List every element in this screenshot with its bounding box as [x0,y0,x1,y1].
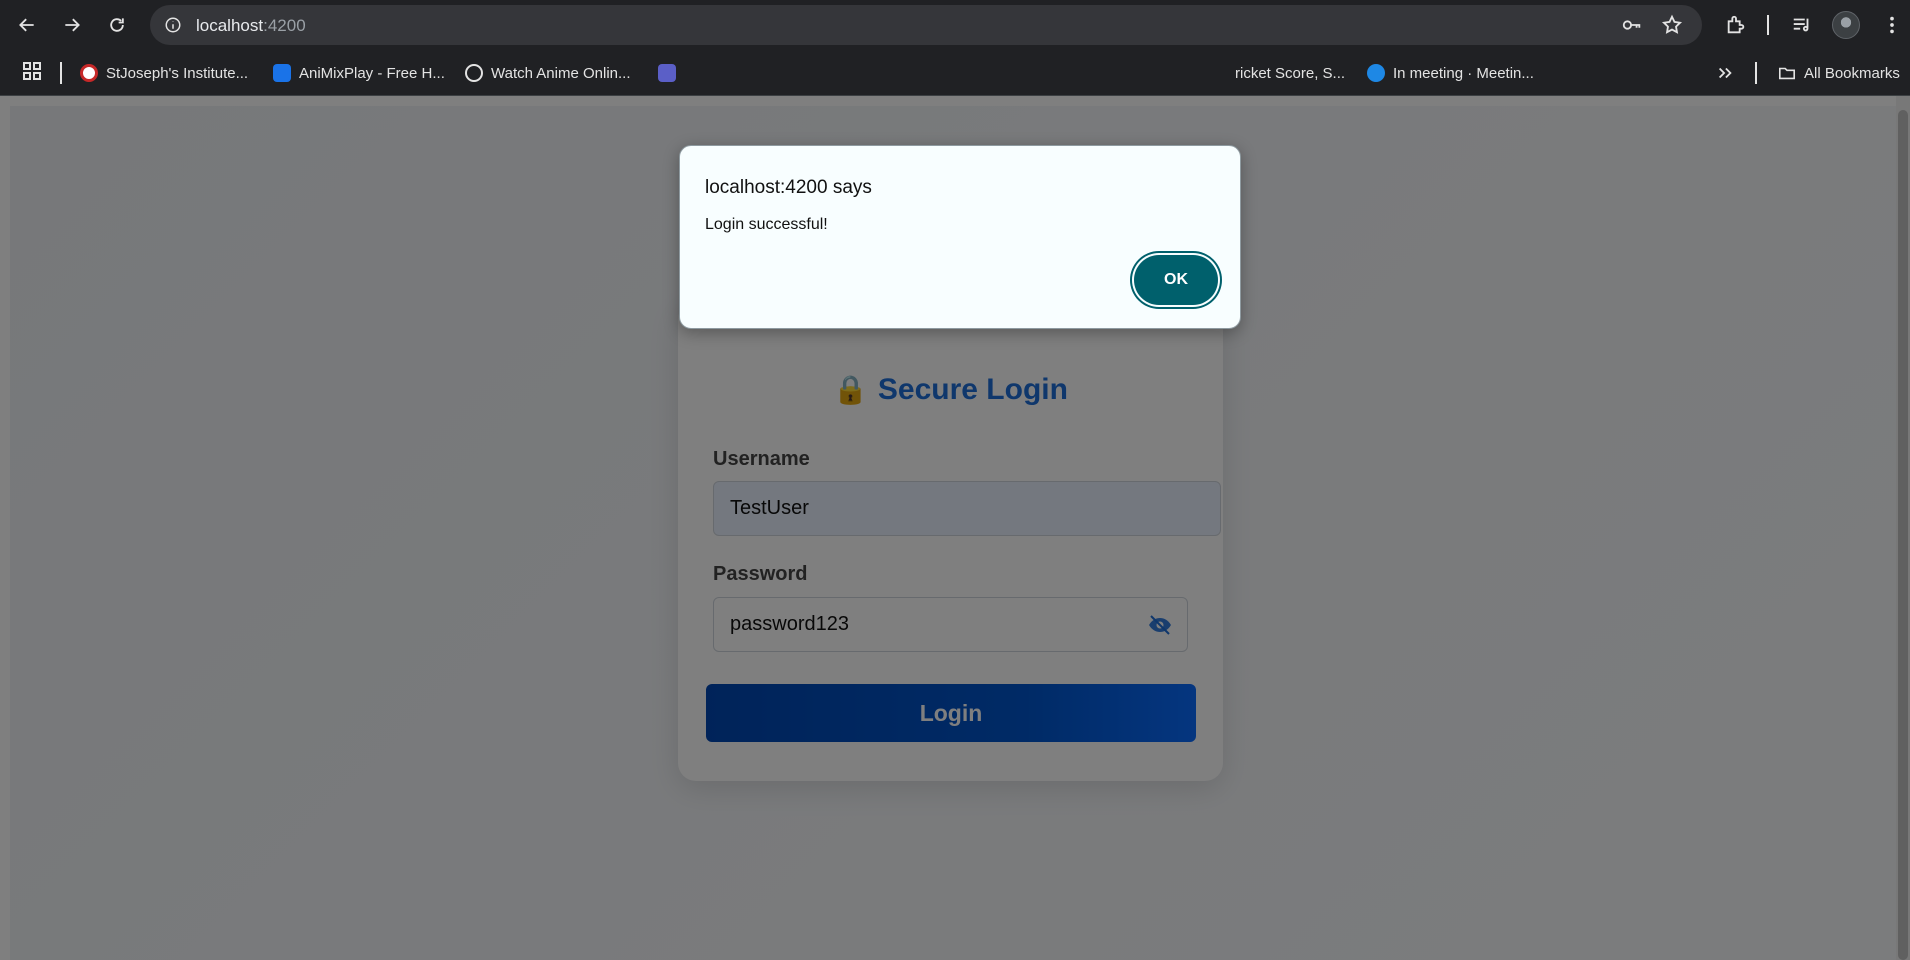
alert-dialog: localhost:4200 says Login successful! OK [679,145,1241,329]
browser-toolbar: localhost:4200 [0,0,1910,50]
dialog-message: Login successful! [705,216,828,233]
modal-overlay: localhost:4200 says Login successful! OK [0,96,1910,960]
bookmarks-bar: StJoseph's Institute... AniMixPlay - Fre… [0,50,1910,96]
media-queue-icon[interactable] [1784,7,1820,43]
bookmark-item[interactable]: ricket Score, S... [1235,61,1345,85]
forward-icon[interactable] [54,7,90,43]
bookmark-label: In meeting · Meetin... [1393,64,1534,82]
url-text[interactable]: localhost:4200 [196,16,306,36]
bookmarks-divider [60,62,62,84]
bookmark-item[interactable]: In meeting · Meetin... [1367,61,1534,85]
ok-button[interactable]: OK [1134,255,1218,305]
apps-grid-icon[interactable] [22,61,42,81]
menu-kebab-icon[interactable] [1874,7,1910,43]
bookmark-favicon-icon [80,64,98,82]
bookmark-label: ricket Score, S... [1235,64,1346,82]
bookmark-favicon-icon [658,64,676,82]
folder-icon [1778,67,1796,80]
site-info-icon[interactable] [158,10,188,40]
profile-avatar[interactable] [1832,11,1860,39]
bookmark-favicon-icon [273,64,291,82]
bookmark-label: AniMixPlay - Free H... [299,64,445,82]
all-bookmarks-button[interactable]: All Bookmarks [1778,61,1900,85]
bookmark-item[interactable]: StJoseph's Institute... [80,61,248,85]
back-icon[interactable] [9,7,45,43]
bookmark-label: StJoseph's Institute... [106,64,249,82]
all-bookmarks-label: All Bookmarks [1804,64,1900,82]
key-icon[interactable] [1620,13,1644,37]
star-icon[interactable] [1660,13,1684,37]
address-bar[interactable]: localhost:4200 [150,5,1702,45]
dialog-title: localhost:4200 says [705,177,872,198]
bookmarks-divider [1755,62,1757,84]
bookmark-favicon-icon [465,64,483,82]
extensions-icon[interactable] [1718,7,1754,43]
bookmark-item[interactable] [658,61,676,85]
bookmark-item[interactable]: AniMixPlay - Free H... [273,61,445,85]
bookmarks-overflow-icon[interactable] [1716,61,1734,85]
bookmark-label: Watch Anime Onlin... [491,64,631,82]
bookmark-item[interactable]: Watch Anime Onlin... [465,61,631,85]
toolbar-divider [1767,15,1769,35]
reload-icon[interactable] [99,7,135,43]
bookmark-favicon-icon [1367,64,1385,82]
